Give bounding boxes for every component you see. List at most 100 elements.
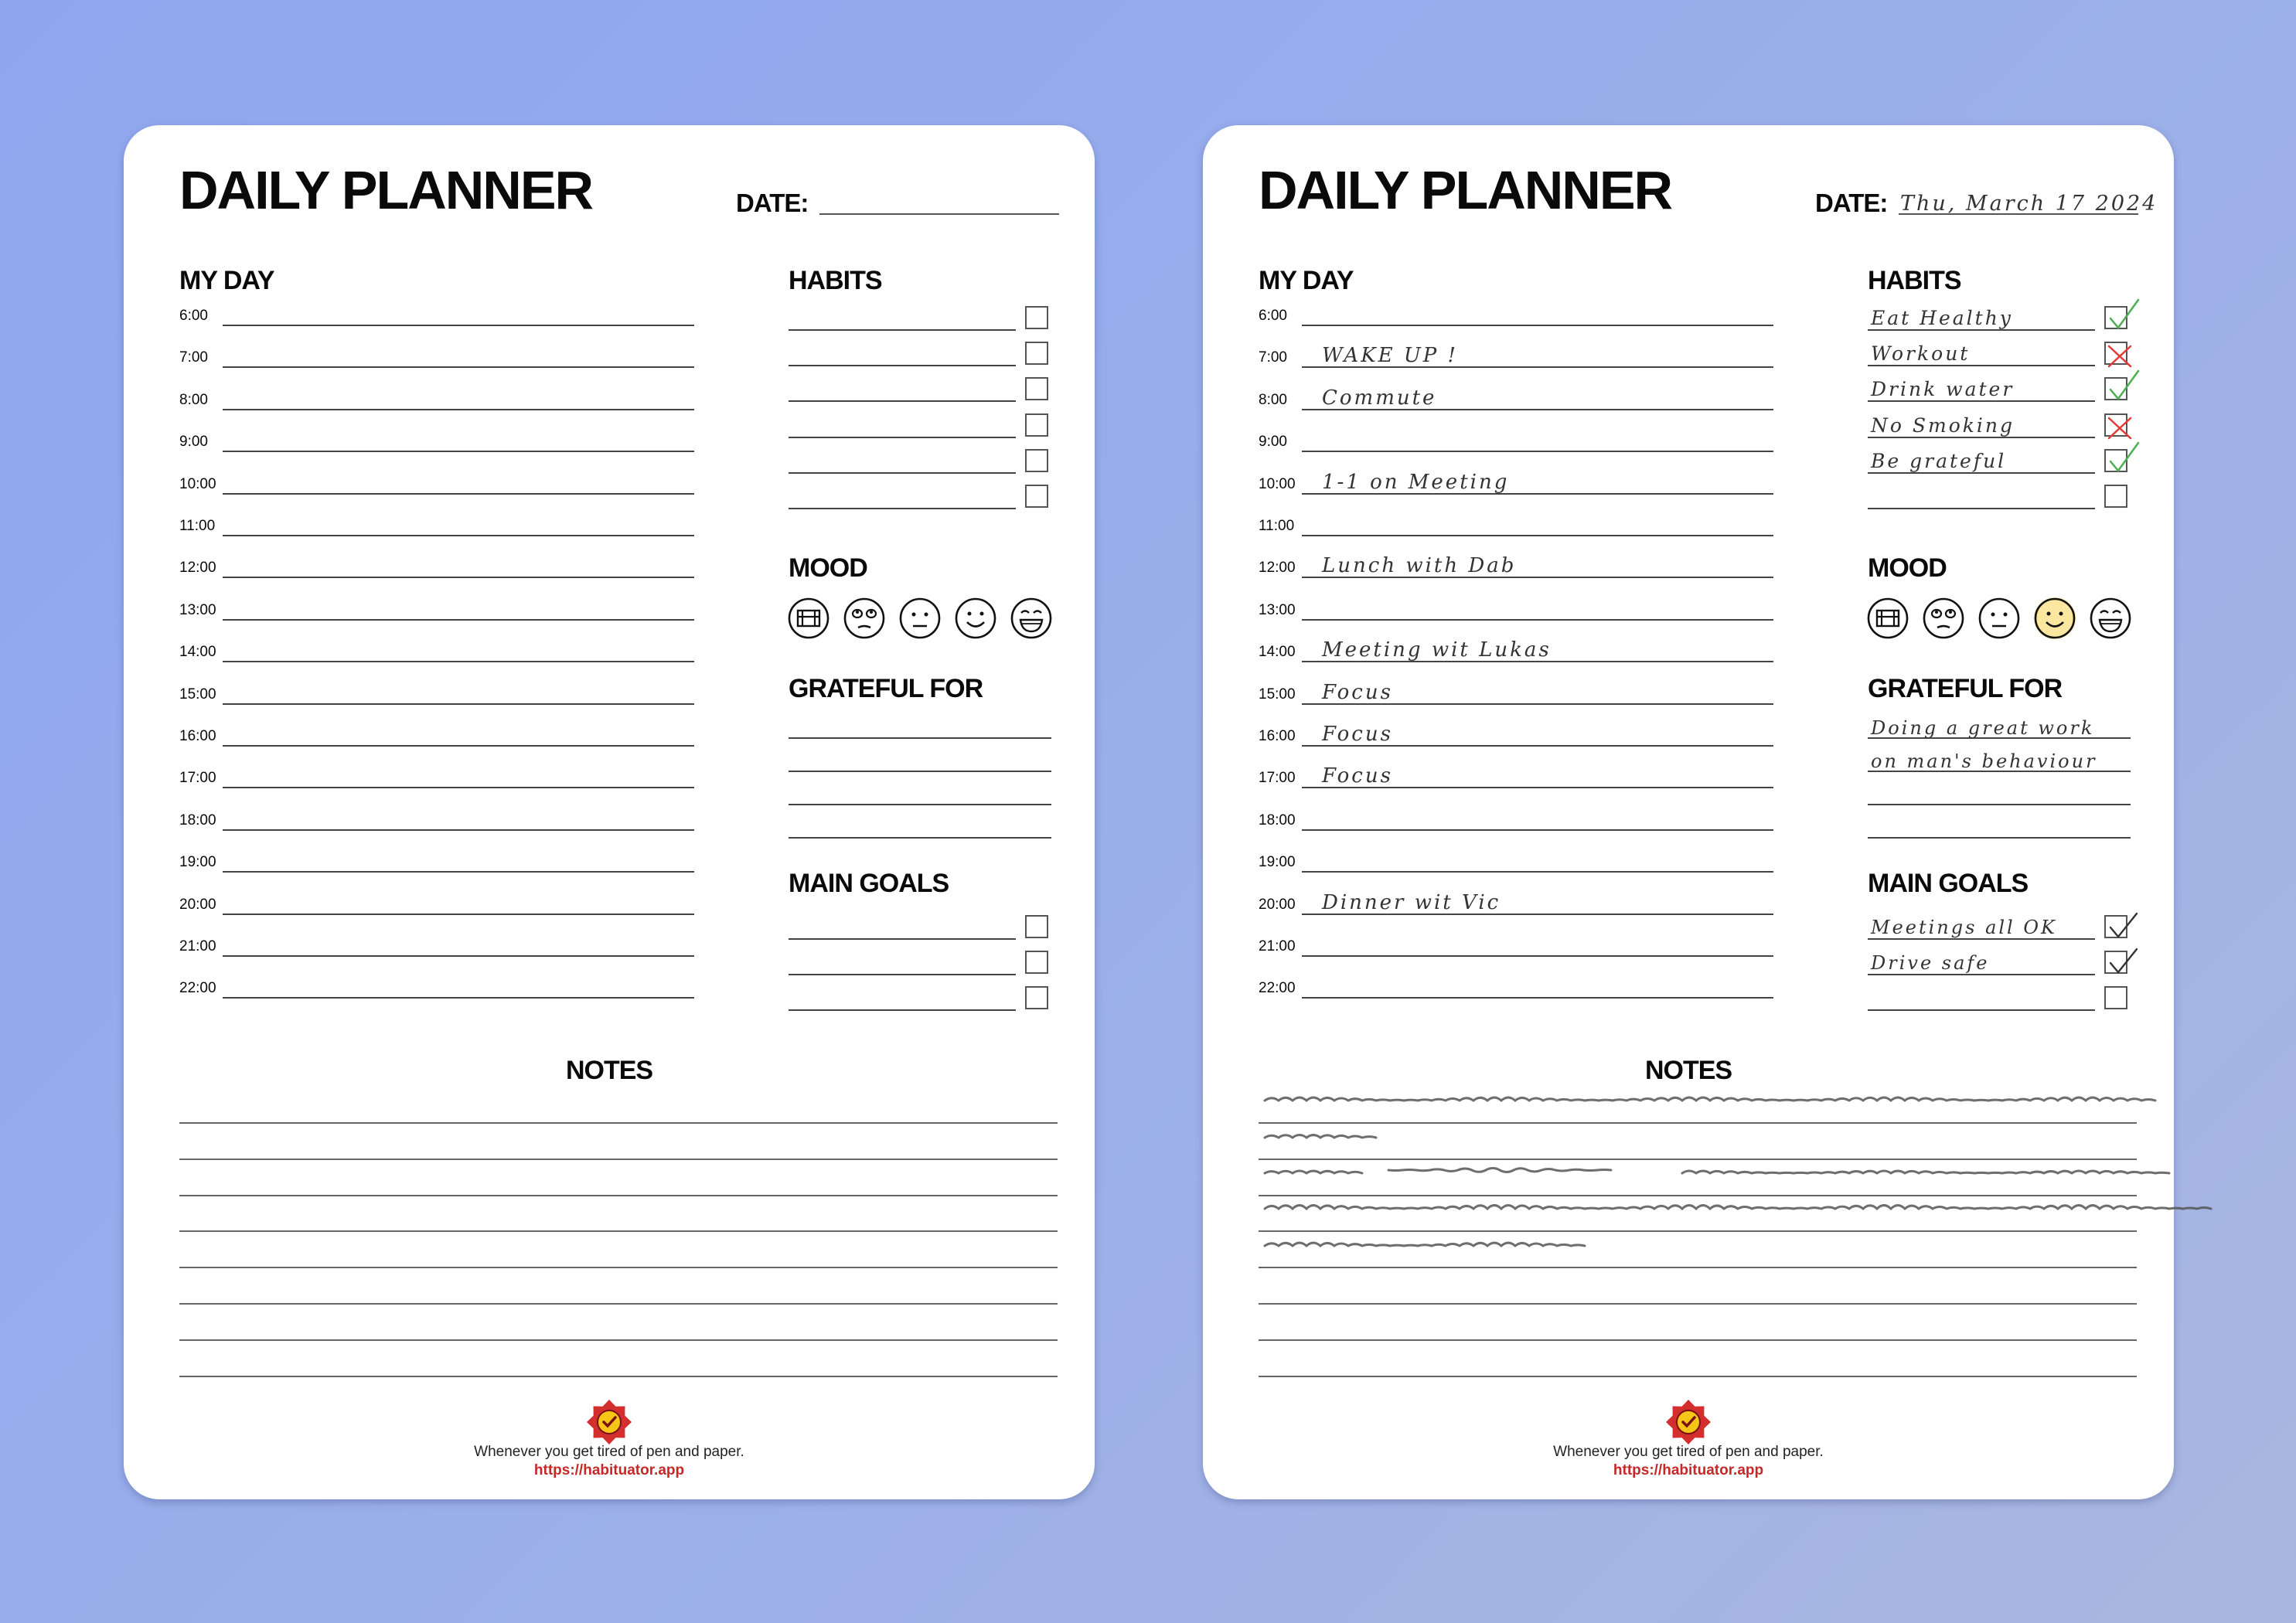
habit-line[interactable] xyxy=(789,436,1016,438)
schedule-line[interactable] xyxy=(223,745,694,747)
habit-checkbox[interactable] xyxy=(1025,377,1048,401)
notes-line[interactable] xyxy=(179,1375,1058,1377)
habit-line[interactable] xyxy=(789,365,1016,367)
goal-checkbox[interactable] xyxy=(2104,948,2138,974)
handwritten-text: on man's behaviour xyxy=(1871,750,2095,772)
habit-checkbox[interactable] xyxy=(2104,342,2132,368)
goal-line[interactable] xyxy=(789,938,1016,940)
grin-face-icon[interactable] xyxy=(1010,597,1053,640)
schedule-line[interactable] xyxy=(223,618,694,621)
goal-checkbox[interactable] xyxy=(1025,915,1048,938)
schedule-line[interactable] xyxy=(223,661,694,663)
habit-checkbox[interactable] xyxy=(2104,413,2132,439)
neutral-face-icon[interactable] xyxy=(1977,597,2021,640)
notes-line[interactable] xyxy=(179,1122,1058,1124)
schedule-line[interactable] xyxy=(1302,829,1773,831)
sad-face-icon[interactable] xyxy=(1922,597,1965,640)
schedule-line[interactable] xyxy=(1302,535,1773,536)
habit-checkbox[interactable] xyxy=(1025,485,1048,508)
habit-checkbox[interactable] xyxy=(1025,306,1048,329)
notes-line[interactable] xyxy=(179,1303,1058,1305)
goal-checkbox[interactable] xyxy=(2104,986,2127,1009)
schedule-line[interactable] xyxy=(223,408,694,410)
grin-face-icon[interactable] xyxy=(2089,597,2132,640)
very-sad-face-icon[interactable] xyxy=(787,597,830,640)
handwritten-text: 1-1 on Meeting xyxy=(1322,471,1507,494)
goal-line[interactable] xyxy=(789,1009,1016,1011)
grateful-line[interactable] xyxy=(789,771,1051,772)
hour-label: 19:00 xyxy=(179,854,216,871)
habit-checkbox[interactable] xyxy=(2104,485,2127,508)
habit-line[interactable] xyxy=(789,508,1016,509)
mood-title: MOOD xyxy=(789,553,868,583)
schedule-line[interactable] xyxy=(223,703,694,705)
hour-label: 11:00 xyxy=(179,518,216,534)
svg-text:Lunch with Dab: Lunch with Dab xyxy=(1321,554,1516,577)
goal-line[interactable] xyxy=(1868,1009,2095,1011)
footer-url-link[interactable]: https://habituator.app xyxy=(1203,1462,2174,1479)
schedule-line[interactable] xyxy=(223,577,694,579)
red-cross-icon xyxy=(2107,417,2132,439)
schedule-line[interactable] xyxy=(223,325,694,326)
hour-label: 6:00 xyxy=(1259,308,1287,324)
habit-line[interactable] xyxy=(789,329,1016,331)
schedule-line[interactable] xyxy=(223,871,694,873)
hour-label: 20:00 xyxy=(1259,896,1296,913)
schedule-line[interactable] xyxy=(223,829,694,831)
neutral-face-icon[interactable] xyxy=(898,597,942,640)
notes-line[interactable] xyxy=(179,1230,1058,1233)
smile-face-icon[interactable] xyxy=(954,597,997,640)
very-sad-face-icon[interactable] xyxy=(1866,597,1909,640)
schedule-line[interactable] xyxy=(223,451,694,453)
hour-label: 8:00 xyxy=(1259,391,1287,408)
schedule-line[interactable] xyxy=(1302,871,1773,873)
filled-planner-sheet: DAILY PLANNER DATE: Thu, March 17 2024 M… xyxy=(1203,125,2213,1499)
goal-line[interactable] xyxy=(789,974,1016,975)
schedule-line[interactable] xyxy=(223,366,694,369)
notes-line[interactable] xyxy=(179,1194,1058,1196)
habit-line[interactable] xyxy=(789,471,1016,474)
goal-checkbox[interactable] xyxy=(1025,986,1048,1009)
notes-line[interactable] xyxy=(179,1339,1058,1341)
habit-line[interactable] xyxy=(1868,508,2095,509)
notes-line[interactable] xyxy=(179,1267,1058,1269)
habit-checkbox[interactable] xyxy=(2104,298,2140,330)
hour-label: 15:00 xyxy=(1259,686,1296,703)
hour-label: 8:00 xyxy=(179,391,208,408)
notes-title: NOTES xyxy=(1644,1056,1732,1085)
habits-title: HABITS xyxy=(789,266,883,295)
schedule-line[interactable] xyxy=(223,535,694,536)
habit-checkbox[interactable] xyxy=(2104,441,2140,472)
habit-checkbox[interactable] xyxy=(1025,448,1048,472)
smile-face-icon[interactable] xyxy=(2033,597,2076,640)
goal-checkbox[interactable] xyxy=(1025,951,1048,974)
mood-title: MOOD xyxy=(1868,553,1947,583)
footer-url-link[interactable]: https://habituator.app xyxy=(124,1462,1095,1479)
date-line[interactable] xyxy=(819,213,1059,215)
schedule-line[interactable] xyxy=(1302,997,1773,999)
grateful-line[interactable] xyxy=(1868,837,2131,839)
habit-checkbox[interactable] xyxy=(2104,370,2140,401)
hour-label: 12:00 xyxy=(179,560,216,577)
handwritten-text: WAKE UP ! xyxy=(1322,344,1456,367)
grateful-line[interactable] xyxy=(789,804,1051,805)
goal-checkbox[interactable] xyxy=(2104,912,2138,938)
notes-line[interactable] xyxy=(179,1158,1058,1160)
grateful-line[interactable] xyxy=(1868,804,2131,805)
schedule-line[interactable] xyxy=(1302,618,1773,621)
schedule-line[interactable] xyxy=(1302,955,1773,957)
habit-checkbox[interactable] xyxy=(1025,342,1048,366)
sad-face-icon[interactable] xyxy=(843,597,886,640)
schedule-line[interactable] xyxy=(223,492,694,495)
habit-checkbox[interactable] xyxy=(1025,413,1048,437)
schedule-line[interactable] xyxy=(223,997,694,999)
hour-label: 20:00 xyxy=(179,896,216,913)
schedule-line[interactable] xyxy=(1302,325,1773,326)
schedule-line[interactable] xyxy=(223,955,694,957)
grateful-line[interactable] xyxy=(789,737,1051,739)
schedule-line[interactable] xyxy=(1302,451,1773,453)
habit-line[interactable] xyxy=(789,400,1016,403)
schedule-line[interactable] xyxy=(223,787,694,789)
schedule-line[interactable] xyxy=(223,913,694,915)
grateful-line[interactable] xyxy=(789,837,1051,839)
